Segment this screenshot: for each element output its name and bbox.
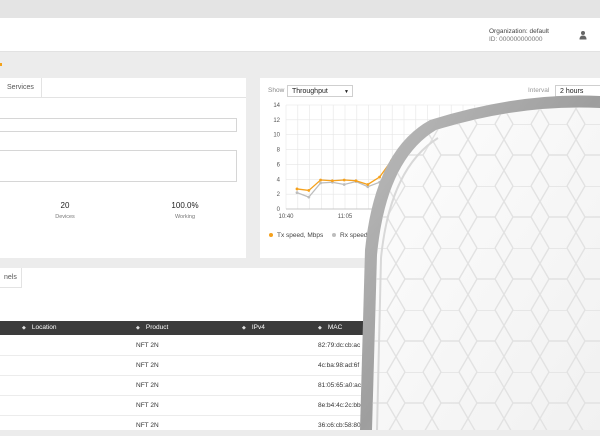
device-overlay (360, 95, 600, 430)
